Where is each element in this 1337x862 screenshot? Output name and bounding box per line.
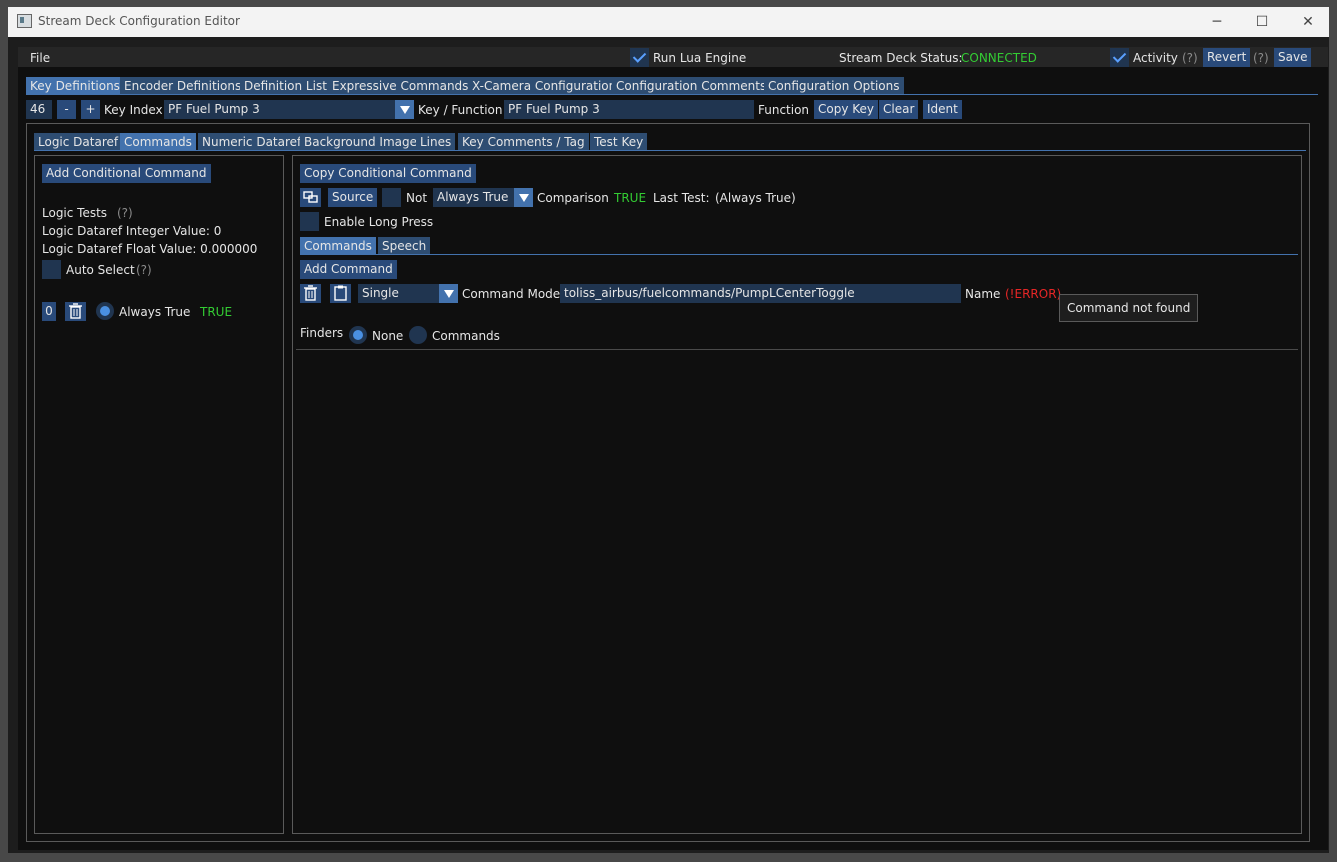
command-input[interactable]: toliss_airbus/fuelcommands/PumpLCenterTo… bbox=[560, 284, 961, 303]
status-value: CONNECTED bbox=[961, 51, 1037, 65]
finder-commands-radio[interactable] bbox=[409, 326, 427, 344]
key-index-label: Key Index bbox=[104, 103, 163, 117]
copy-conditional-command-button[interactable]: Copy Conditional Command bbox=[300, 164, 476, 183]
key-decrement-button[interactable]: - bbox=[57, 100, 76, 119]
clipboard-icon[interactable] bbox=[330, 284, 351, 303]
sub-tab-underline bbox=[34, 150, 1306, 151]
ident-button[interactable]: Ident bbox=[923, 100, 962, 119]
not-checkbox[interactable] bbox=[382, 188, 401, 207]
comparison-label: Comparison bbox=[537, 191, 609, 205]
tab-commands[interactable]: Commands bbox=[120, 133, 196, 151]
finder-none-radio[interactable] bbox=[349, 326, 367, 344]
always-true-radio[interactable] bbox=[96, 302, 114, 320]
tab-background-image[interactable]: Background Image bbox=[300, 133, 421, 151]
auto-select-label: Auto Select bbox=[66, 263, 135, 277]
key-function-label: Key / Function bbox=[418, 103, 503, 117]
add-command-button[interactable]: Add Command bbox=[300, 260, 397, 279]
enable-long-press-checkbox[interactable] bbox=[300, 212, 319, 231]
always-true-label: Always True bbox=[119, 305, 191, 319]
status-label: Stream Deck Status: bbox=[839, 51, 963, 65]
app-icon bbox=[17, 14, 32, 28]
tab-definition-list[interactable]: Definition List bbox=[240, 77, 331, 95]
tab-logic-dataref[interactable]: Logic Dataref bbox=[34, 133, 123, 151]
finders-separator bbox=[296, 349, 1298, 350]
auto-select-checkbox[interactable] bbox=[42, 260, 61, 279]
finders-label: Finders bbox=[300, 326, 344, 340]
enable-long-press-label: Enable Long Press bbox=[324, 215, 434, 229]
file-menu[interactable]: File bbox=[30, 50, 50, 66]
error-tooltip: Command not found bbox=[1059, 294, 1199, 322]
condition-result: TRUE bbox=[200, 305, 233, 319]
activity-label: Activity bbox=[1133, 51, 1178, 65]
name-error: (!ERROR) bbox=[1005, 287, 1062, 301]
command-type-select[interactable]: Single bbox=[358, 284, 440, 303]
logic-float-value: Logic Dataref Float Value: 0.000000 bbox=[42, 242, 258, 256]
function-label: Function bbox=[758, 103, 810, 117]
revert-button[interactable]: Revert bbox=[1203, 48, 1251, 67]
trash-icon[interactable] bbox=[300, 284, 321, 303]
comparison-select[interactable]: Always True bbox=[433, 188, 515, 207]
key-number-field[interactable]: 46 bbox=[26, 100, 52, 119]
window-title: Stream Deck Configuration Editor bbox=[38, 14, 240, 28]
tab-lines[interactable]: Lines bbox=[416, 133, 456, 151]
tab-numeric-dataref[interactable]: Numeric Dataref bbox=[198, 133, 306, 151]
tab-inner-commands[interactable]: Commands bbox=[300, 237, 376, 255]
main-tab-underline bbox=[26, 94, 1318, 95]
activity-checkbox[interactable] bbox=[1110, 48, 1129, 67]
save-button[interactable]: Save bbox=[1274, 48, 1312, 67]
key-increment-button[interactable]: + bbox=[81, 100, 100, 119]
finder-commands-label: Commands bbox=[432, 329, 500, 343]
dropdown-arrow-icon[interactable] bbox=[395, 100, 414, 119]
tab-key-definitions[interactable]: Key Definitions bbox=[26, 77, 124, 95]
run-lua-label: Run Lua Engine bbox=[653, 51, 747, 65]
activity-help[interactable]: (?) bbox=[1182, 50, 1198, 66]
title-bar: Stream Deck Configuration Editor ─ ☐ ✕ bbox=[8, 7, 1329, 37]
tab-encoder-definitions[interactable]: Encoder Definitions bbox=[120, 77, 246, 95]
minimize-button[interactable]: ─ bbox=[1194, 7, 1240, 37]
add-conditional-command-button[interactable]: Add Conditional Command bbox=[42, 164, 211, 183]
command-editor-panel bbox=[292, 155, 1302, 834]
name-label: Name bbox=[965, 287, 1001, 301]
tab-configuration-options[interactable]: Configuration Options bbox=[764, 77, 904, 95]
dropdown-arrow-icon[interactable] bbox=[439, 284, 458, 303]
clear-button[interactable]: Clear bbox=[879, 100, 919, 119]
comparison-value: TRUE bbox=[614, 191, 647, 205]
auto-select-help[interactable]: (?) bbox=[136, 262, 152, 278]
source-button[interactable]: Source bbox=[328, 188, 378, 207]
key-index-select[interactable]: PF Fuel Pump 3 bbox=[164, 100, 396, 119]
link-icon[interactable] bbox=[300, 188, 321, 207]
not-label: Not bbox=[406, 191, 428, 205]
command-mode-label: Command Mode bbox=[462, 287, 561, 301]
maximize-button[interactable]: ☐ bbox=[1239, 7, 1285, 37]
last-test-value: (Always True) bbox=[715, 191, 796, 205]
tab-key-comments[interactable]: Key Comments / Tag bbox=[458, 133, 589, 151]
run-lua-checkbox[interactable] bbox=[630, 48, 649, 67]
condition-index[interactable]: 0 bbox=[42, 302, 56, 321]
tab-configuration-comments[interactable]: Configuration Comments bbox=[612, 77, 771, 95]
finder-none-label: None bbox=[372, 329, 404, 343]
tab-x-camera-configuration[interactable]: X-Camera Configuration bbox=[468, 77, 621, 95]
close-button[interactable]: ✕ bbox=[1285, 7, 1331, 37]
logic-tests-label: Logic Tests bbox=[42, 206, 108, 220]
tab-speech[interactable]: Speech bbox=[378, 237, 431, 255]
logic-tests-help[interactable]: (?) bbox=[117, 205, 133, 221]
tab-test-key[interactable]: Test Key bbox=[590, 133, 648, 151]
inner-tab-underline bbox=[300, 254, 1298, 255]
revert-help[interactable]: (?) bbox=[1253, 50, 1269, 66]
dropdown-arrow-icon[interactable] bbox=[514, 188, 533, 207]
logic-int-value: Logic Dataref Integer Value: 0 bbox=[42, 224, 222, 238]
copy-key-button[interactable]: Copy Key bbox=[814, 100, 879, 119]
last-test-label: Last Test: bbox=[653, 191, 710, 205]
tab-expressive-commands[interactable]: Expressive Commands bbox=[328, 77, 473, 95]
function-input[interactable]: PF Fuel Pump 3 bbox=[504, 100, 754, 119]
trash-icon[interactable] bbox=[65, 302, 86, 321]
